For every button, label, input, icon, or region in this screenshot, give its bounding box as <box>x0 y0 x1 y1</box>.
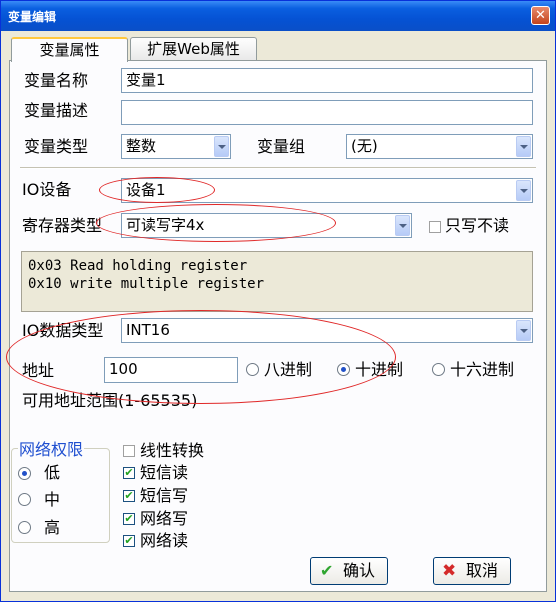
address-range-text: 可用地址范围(1-65535) <box>22 391 198 410</box>
tab-panel: 变量名称 变量1 变量描述 变量类型 整数 变量组 (无) IO设备 设备1 寄… <box>6 60 547 592</box>
register-type-value: 可读写字4x <box>126 216 205 234</box>
cancel-button[interactable]: ✖ 取消 <box>433 557 511 585</box>
permission-low-label: 低 <box>44 463 61 482</box>
network-write-label: 网络写 <box>140 509 189 528</box>
address-input[interactable]: 100 <box>104 357 238 383</box>
divider <box>20 167 536 169</box>
variable-name-label: 变量名称 <box>24 71 89 90</box>
tab-variable-properties[interactable]: 变量属性 <box>11 37 128 62</box>
register-type-label: 寄存器类型 <box>22 216 103 235</box>
linear-conversion-checkbox[interactable] <box>123 445 135 457</box>
variable-type-select[interactable]: 整数 <box>121 134 231 159</box>
window-title: 变量编辑 <box>8 10 57 24</box>
radix-decimal-label: 十进制 <box>355 360 404 379</box>
register-description-line: 0x03 Read holding register <box>28 258 248 274</box>
radix-hex-label: 十六进制 <box>450 360 515 379</box>
permission-low-radio[interactable] <box>18 467 31 480</box>
variable-group-select[interactable]: (无) <box>346 134 533 159</box>
chevron-down-icon[interactable] <box>214 136 229 157</box>
chevron-down-icon[interactable] <box>395 215 410 236</box>
close-icon: ✕ <box>535 8 546 23</box>
io-device-value: 设备1 <box>126 181 166 199</box>
sms-write-checkbox[interactable]: ✔ <box>123 490 135 502</box>
io-data-type-select[interactable]: INT16 <box>121 318 533 343</box>
register-description-box: 0x03 Read holding register 0x10 write mul… <box>21 251 533 312</box>
sms-read-checkbox[interactable]: ✔ <box>123 467 135 479</box>
variable-name-input[interactable]: 变量1 <box>121 68 533 93</box>
variable-description-label: 变量描述 <box>24 101 89 120</box>
register-description-line: 0x10 write multiple register <box>28 276 265 292</box>
radix-decimal-radio[interactable] <box>337 363 350 376</box>
confirm-button-label: 确认 <box>343 561 376 580</box>
permission-medium-label: 中 <box>44 490 61 509</box>
network-read-label: 网络读 <box>140 531 189 550</box>
address-label: 地址 <box>22 361 55 380</box>
permission-medium-radio[interactable] <box>18 493 31 506</box>
sms-write-label: 短信写 <box>140 486 189 505</box>
close-button[interactable]: ✕ <box>531 6 550 25</box>
cancel-button-label: 取消 <box>466 561 499 580</box>
chevron-down-icon[interactable] <box>516 136 531 157</box>
io-device-select[interactable]: 设备1 <box>121 178 533 203</box>
radix-hex-radio[interactable] <box>432 363 445 376</box>
permission-high-label: 高 <box>44 518 61 537</box>
chevron-down-icon[interactable] <box>516 320 531 341</box>
tab-extended-web-properties[interactable]: 扩展Web属性 <box>130 37 257 61</box>
permission-high-radio[interactable] <box>18 521 31 534</box>
radix-octal-radio[interactable] <box>246 363 259 376</box>
variable-edit-dialog: 变量编辑 ✕ 变量属性 扩展Web属性 变量名称 变量1 变量描述 变量类型 整… <box>0 0 556 602</box>
variable-description-input[interactable] <box>121 100 533 125</box>
title-bar[interactable]: 变量编辑 ✕ <box>1 1 555 31</box>
sms-read-label: 短信读 <box>140 463 189 482</box>
register-type-select[interactable]: 可读写字4x <box>121 213 412 238</box>
network-read-checkbox[interactable]: ✔ <box>123 535 135 547</box>
write-only-checkbox[interactable] <box>429 221 441 233</box>
radix-octal-label: 八进制 <box>264 360 313 379</box>
variable-type-value: 整数 <box>126 137 157 155</box>
linear-conversion-label: 线性转换 <box>140 441 205 460</box>
write-only-label: 只写不读 <box>445 216 510 235</box>
variable-group-label: 变量组 <box>257 137 306 156</box>
variable-type-label: 变量类型 <box>24 137 89 156</box>
network-permission-title: 网络权限 <box>18 440 85 460</box>
chevron-down-icon[interactable] <box>516 180 531 201</box>
network-write-checkbox[interactable]: ✔ <box>123 513 135 525</box>
variable-group-value: (无) <box>351 137 378 155</box>
io-device-label: IO设备 <box>22 180 72 199</box>
io-data-type-value: INT16 <box>126 321 170 339</box>
confirm-button[interactable]: ✔ 确认 <box>310 557 388 585</box>
cross-icon: ✖ <box>442 561 457 581</box>
io-data-type-label: IO数据类型 <box>22 321 104 340</box>
checkmark-icon: ✔ <box>320 561 334 580</box>
